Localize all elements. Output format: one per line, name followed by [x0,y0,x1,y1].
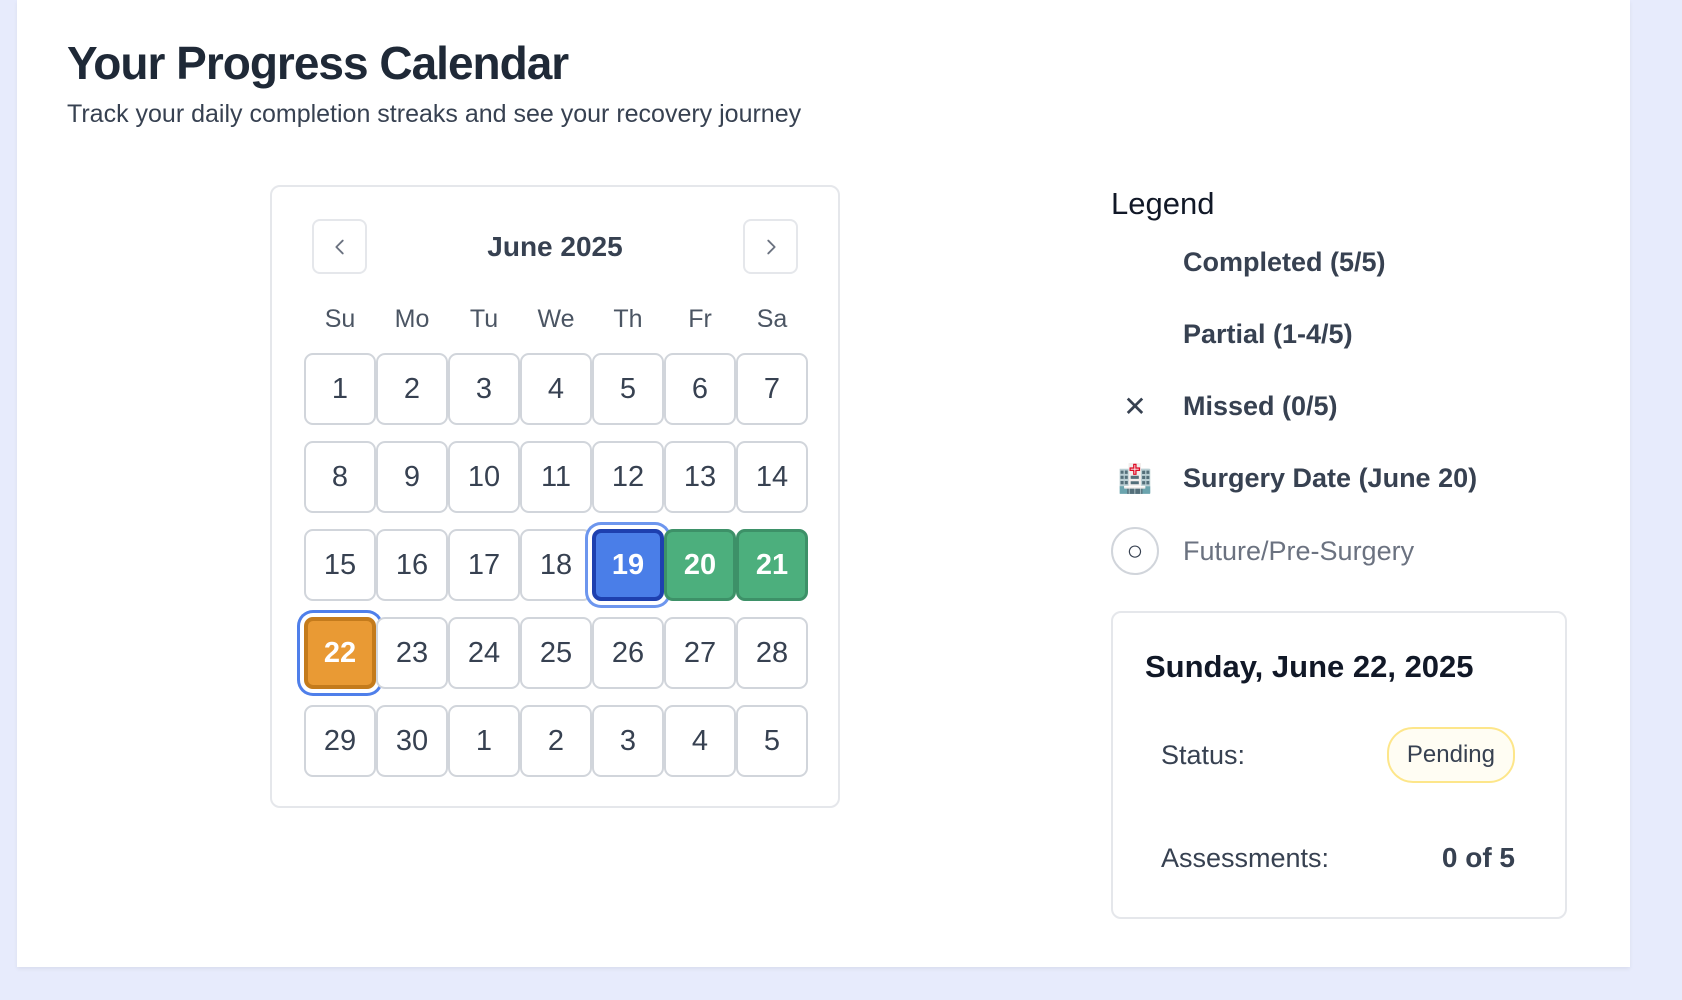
day-grid: 1 2 3 4 5 6 7 8 9 10 11 12 13 14 15 16 17 18 19 20 21 22 23 24 2… [304,353,814,777]
calendar-day-cell[interactable]: 25 [520,617,592,689]
calendar-day-cell[interactable]: 29 [304,705,376,777]
calendar-day-cell[interactable]: 13 [664,441,736,513]
calendar-day-cell[interactable]: 30 [376,705,448,777]
weekday-label: Th [613,305,643,333]
calendar-day-cell[interactable]: 5 [736,705,808,777]
calendar-day-cell[interactable]: 28 [736,617,808,689]
calendar-day-cell[interactable]: 11 [520,441,592,513]
calendar-day-cell[interactable]: 1 [448,705,520,777]
calendar: June 2025 Su Mo Tu We Th Fr Sa 123456789… [270,185,840,808]
legend-label: Future/Pre-Surgery [1183,535,1415,566]
calendar-day-cell[interactable]: 18 [520,529,592,601]
legend-label: Partial (1-4/5) [1183,318,1353,349]
calendar-day-cell[interactable]: 14 [736,441,808,513]
next-month-button[interactable] [743,219,798,274]
selected-day-detail: Sunday, June 22, 2025 Status: Pending As… [1111,611,1567,919]
calendar-day-cell[interactable]: 24 [448,617,520,689]
calendar-day-cell[interactable]: 12 [592,441,664,513]
legend-item-completed: Completed (5/5) [1111,238,1611,286]
x-mark-icon: ✕ [1123,390,1147,422]
calendar-day-cell[interactable]: 23 [376,617,448,689]
calendar-day-cell[interactable]: 17 [448,529,520,601]
assessments-value: 0 of 5 [1441,842,1515,873]
calendar-day-cell[interactable]: 5 [592,353,664,425]
status-row: Status: Pending [1161,727,1515,783]
weekday-label: Su [324,305,356,333]
legend-item-missed: ✕ Missed (0/5) [1111,382,1611,430]
calendar-day-cell[interactable]: 8 [304,441,376,513]
calendar-day-cell[interactable]: 2 [520,705,592,777]
page-title: Your Progress Calendar [67,37,569,89]
weekday-label: Sa [756,305,788,333]
chevron-right-icon [766,239,776,254]
calendar-day-cell[interactable]: 3 [592,705,664,777]
assessments-label: Assessments: [1161,842,1330,873]
legend-label: Missed (0/5) [1183,390,1338,421]
calendar-day-cell[interactable]: 3 [448,353,520,425]
calendar-day-cell[interactable]: 7 [736,353,808,425]
calendar-day-completed[interactable]: 21 [736,529,808,601]
calendar-day-today[interactable]: 19 [592,529,664,601]
calendar-day-cell[interactable]: 27 [664,617,736,689]
assessments-row: Assessments: 0 of 5 [1161,842,1515,874]
legend-label: Completed (5/5) [1183,246,1386,277]
calendar-day-cell[interactable]: 26 [592,617,664,689]
calendar-day-cell[interactable]: 16 [376,529,448,601]
calendar-day-completed[interactable]: 20 [664,529,736,601]
weekday-header: Su Mo Tu We Th Fr Sa [304,305,807,334]
calendar-day-cell[interactable]: 1 [304,353,376,425]
calendar-day-pending[interactable]: 22 [304,617,376,689]
weekday-label: We [537,305,575,333]
partial-icon [1111,310,1159,358]
progress-calendar-card: Your Progress Calendar Track your daily … [17,0,1630,967]
calendar-day-cell[interactable]: 2 [376,353,448,425]
hospital-icon: 🏥 [1117,462,1153,494]
selected-date: Sunday, June 22, 2025 [1145,649,1474,684]
circle-icon: ○ [1111,527,1159,575]
weekday-label: Tu [469,305,499,333]
legend-item-surgery: 🏥 Surgery Date (June 20) [1111,454,1611,502]
completed-icon [1111,238,1159,286]
legend-label: Surgery Date (June 20) [1183,462,1478,493]
weekday-label: Mo [394,305,430,333]
weekday-label: Fr [688,305,712,333]
legend-item-partial: Partial (1-4/5) [1111,310,1611,358]
calendar-day-cell[interactable]: 10 [448,441,520,513]
legend-item-future: ○ Future/Pre-Surgery [1111,527,1611,575]
calendar-day-cell[interactable]: 6 [664,353,736,425]
page-subtitle: Track your daily completion streaks and … [67,100,802,128]
status-label: Status: [1161,739,1246,770]
calendar-day-cell[interactable]: 4 [520,353,592,425]
calendar-day-cell[interactable]: 15 [304,529,376,601]
status-badge: Pending [1386,727,1515,783]
legend-title: Legend [1111,186,1215,221]
calendar-day-cell[interactable]: 4 [664,705,736,777]
calendar-day-cell[interactable]: 9 [376,441,448,513]
